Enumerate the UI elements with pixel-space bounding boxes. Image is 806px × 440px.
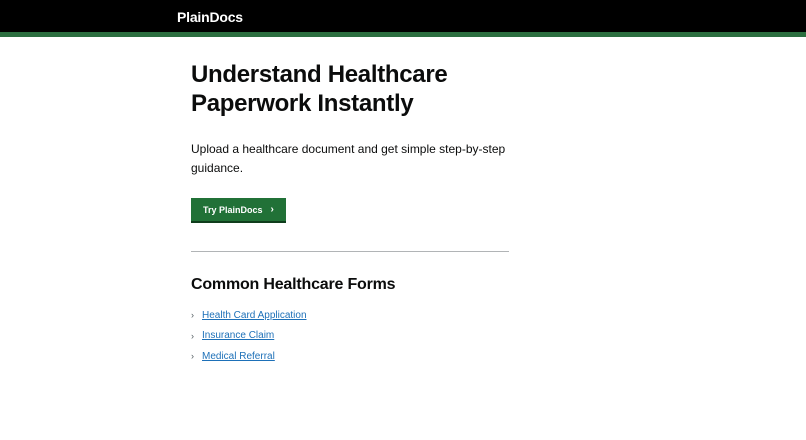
list-item: › Medical Referral (191, 346, 307, 367)
chevron-right-icon: › (270, 204, 274, 215)
list-item: › Health Card Application (191, 305, 307, 326)
brand-logo[interactable]: PlainDocs (177, 9, 243, 25)
page-title: Understand Healthcare Paperwork Instantl… (191, 61, 448, 117)
section-divider (191, 251, 509, 252)
list-item: › Insurance Claim (191, 326, 307, 347)
health-card-application-link[interactable]: Health Card Application (202, 310, 307, 321)
try-plaindocs-label: Try PlainDocs (203, 204, 263, 215)
medical-referral-link[interactable]: Medical Referral (202, 351, 275, 362)
insurance-claim-link[interactable]: Insurance Claim (202, 330, 274, 341)
try-plaindocs-button[interactable]: Try PlainDocs › (191, 198, 286, 221)
intro-text: Upload a healthcare document and get sim… (191, 142, 506, 175)
forms-list: › Health Card Application › Insurance Cl… (191, 305, 307, 367)
chevron-right-icon: › (191, 330, 194, 341)
forms-heading: Common Healthcare Forms (191, 276, 396, 293)
chevron-right-icon: › (191, 310, 194, 321)
main-content: Understand Healthcare Paperwork Instantl… (191, 60, 561, 221)
top-header: PlainDocs (0, 0, 806, 37)
chevron-right-icon: › (191, 351, 194, 362)
